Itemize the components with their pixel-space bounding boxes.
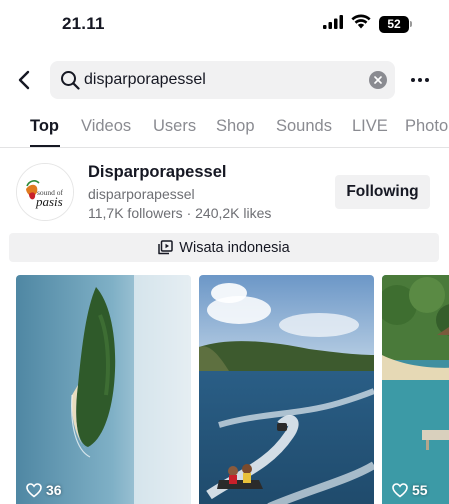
likes-value: 36 xyxy=(46,482,62,498)
video-card[interactable] xyxy=(199,275,374,504)
playlist-label: Wisata indonesia xyxy=(179,239,290,256)
wifi-icon xyxy=(351,14,371,34)
battery-icon: 52 xyxy=(379,15,412,33)
tab-photo[interactable]: Photo xyxy=(405,117,448,136)
search-row xyxy=(0,58,449,102)
avatar[interactable]: sound of pasis xyxy=(16,163,74,221)
video-thumbnail xyxy=(382,275,449,504)
more-dot-icon xyxy=(411,78,415,82)
close-icon xyxy=(374,76,382,84)
more-dot-icon xyxy=(425,78,429,82)
user-handle: disparporapessel xyxy=(88,186,195,202)
status-bar: 21.11 52 xyxy=(0,0,449,50)
likes-count: 55 xyxy=(392,482,428,498)
search-tabs: Top Videos Users Shop Sounds LIVE Photo xyxy=(0,106,449,148)
video-thumbnail xyxy=(199,275,374,504)
search-icon xyxy=(61,71,80,90)
tab-live[interactable]: LIVE xyxy=(352,117,388,136)
clear-search-button[interactable] xyxy=(369,71,387,89)
avatar-text-main: pasis xyxy=(35,194,63,209)
tab-videos[interactable]: Videos xyxy=(81,117,131,136)
search-input[interactable] xyxy=(84,61,354,99)
sound-of-oasis-logo: sound of pasis xyxy=(17,164,73,220)
video-thumbnail xyxy=(16,275,191,504)
tab-shop[interactable]: Shop xyxy=(216,117,255,136)
video-grid: 36 55 xyxy=(0,275,449,504)
following-button[interactable]: Following xyxy=(335,175,430,209)
chevron-left-icon xyxy=(18,70,30,90)
more-dot-icon xyxy=(418,78,422,82)
video-card[interactable]: 55 xyxy=(382,275,449,504)
user-name[interactable]: Disparporapessel xyxy=(88,163,226,182)
user-result[interactable]: sound of pasis Disparporapessel disparpo… xyxy=(0,156,449,226)
signal-icon xyxy=(323,14,343,34)
video-card[interactable]: 36 xyxy=(16,275,191,504)
back-button[interactable] xyxy=(13,67,35,93)
tab-users[interactable]: Users xyxy=(153,117,196,136)
more-options-button[interactable] xyxy=(408,70,432,90)
tab-top[interactable]: Top xyxy=(30,117,59,136)
status-icons: 52 xyxy=(323,14,412,34)
status-time: 21.11 xyxy=(62,14,105,33)
heart-icon xyxy=(392,482,408,498)
tab-sounds[interactable]: Sounds xyxy=(276,117,332,136)
likes-count: 36 xyxy=(26,482,62,498)
playlist-chip[interactable]: Wisata indonesia xyxy=(9,233,439,262)
likes-value: 55 xyxy=(412,482,428,498)
active-tab-indicator xyxy=(30,145,60,147)
search-box[interactable] xyxy=(50,61,395,99)
user-stats: 11,7K followers · 240,2K likes xyxy=(88,205,272,221)
playlist-icon xyxy=(158,240,174,255)
heart-icon xyxy=(26,482,42,498)
